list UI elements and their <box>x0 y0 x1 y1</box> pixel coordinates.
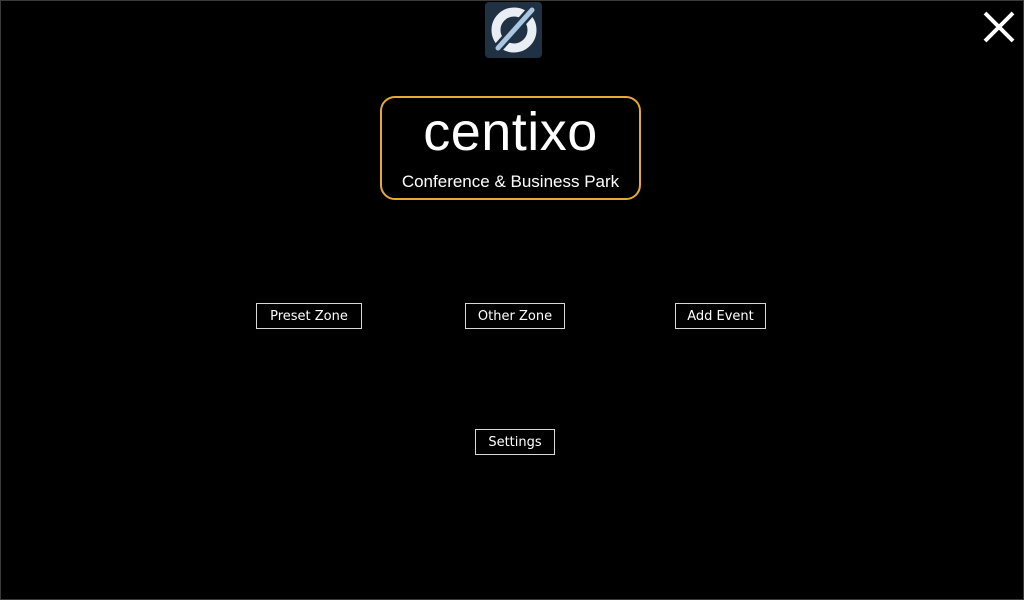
brand-logo: centixo Conference & Business Park <box>380 96 641 200</box>
other-zone-button[interactable]: Other Zone <box>465 303 565 329</box>
add-event-button[interactable]: Add Event <box>675 303 766 329</box>
settings-button[interactable]: Settings <box>475 429 555 455</box>
close-icon <box>983 11 1015 43</box>
close-button[interactable] <box>979 8 1019 48</box>
brand-subtitle: Conference & Business Park <box>401 172 620 191</box>
app-logo-icon <box>485 2 542 58</box>
main-screen: centixo Conference & Business Park Prese… <box>0 0 1024 600</box>
app-logo-glyph <box>491 5 537 53</box>
preset-zone-button[interactable]: Preset Zone <box>256 303 362 329</box>
brand-name: centixo <box>423 102 598 162</box>
